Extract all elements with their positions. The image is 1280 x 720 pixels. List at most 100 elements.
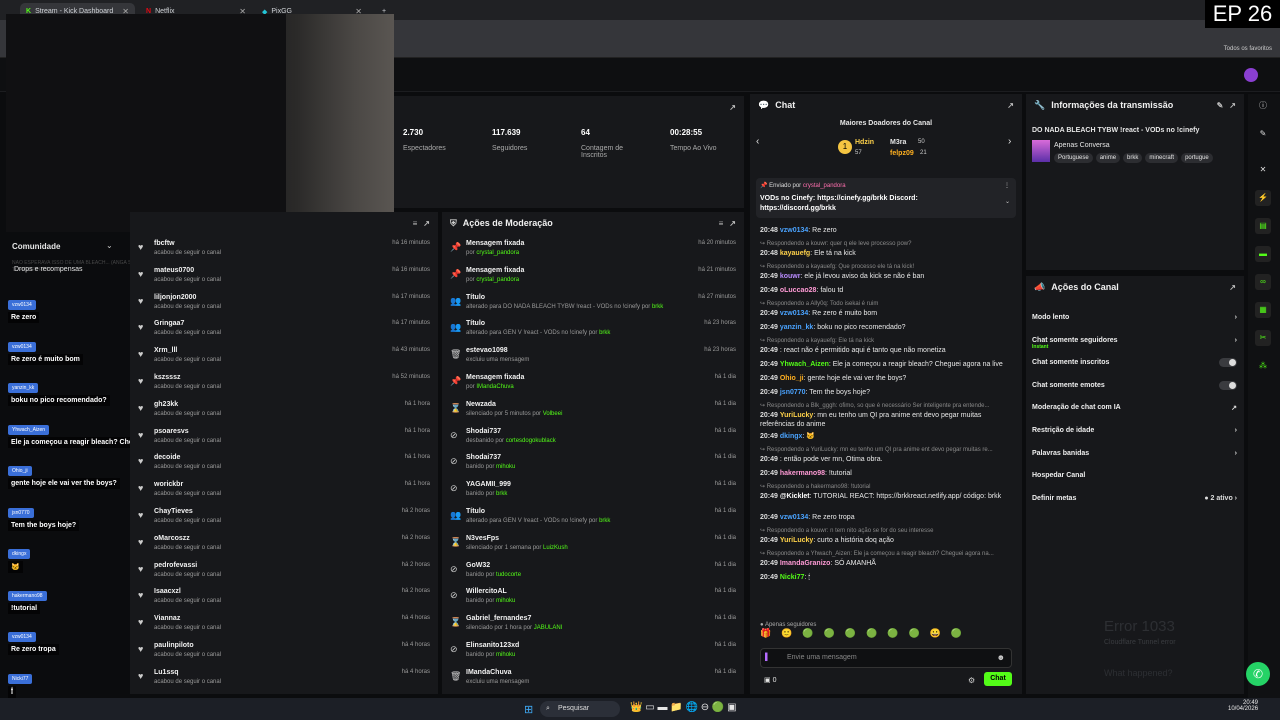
filter-icon[interactable]: ≡	[413, 219, 418, 228]
moderator-name[interactable]: brkk	[652, 304, 663, 310]
edit-icon[interactable]: ✎	[1217, 101, 1224, 110]
chat-message[interactable]: 20:49 vzw0134: Re zero tropa	[760, 513, 1015, 522]
chat-icon[interactable]: ▬	[1255, 246, 1271, 262]
follower-name[interactable]: Lu1ssq	[154, 669, 179, 676]
moderator-name[interactable]: brkk	[599, 330, 610, 336]
emote-bar[interactable]: 🎁🙂🟢🟢🟢🟢🟢🟢😀🟢	[760, 628, 1012, 639]
favorites-link[interactable]: Todos os favoritos	[1224, 46, 1272, 52]
follower-name[interactable]: ChayTieves	[154, 508, 193, 515]
whatsapp-icon[interactable]: ✆	[1246, 662, 1270, 686]
drops-link[interactable]: Drops e recompensas	[14, 266, 82, 273]
moderator-name[interactable]: brkk	[599, 518, 610, 524]
moderator-name[interactable]: crystal_pandora	[476, 250, 519, 256]
moderator-name[interactable]: JABULANI	[534, 625, 563, 631]
chat-message[interactable]: ↪ Respondendo a kouwr: quer q ele leve p…	[760, 240, 1015, 258]
chat-message[interactable]: ↪ Respondendo a kayauefg: Ele tá na kick…	[760, 337, 1015, 355]
chevron-right-icon[interactable]: ›	[1008, 136, 1011, 147]
moderation-target[interactable]: GoW32	[466, 562, 490, 569]
send-chat-button[interactable]: Chat	[984, 672, 1012, 686]
chat-message[interactable]: ↪ Respondendo a kayauefg: Que processo e…	[760, 263, 1015, 281]
pinned-message[interactable]: 📌 Enviado por crystal_pandora VODs no Ci…	[756, 178, 1016, 218]
chat-message[interactable]: 20:49 yanzin_kk: boku no pico recomendad…	[760, 323, 1015, 332]
chat-message[interactable]: ↪ Respondendo a Blk_gggh: ofimo, so que …	[760, 402, 1015, 429]
chevron-right-icon[interactable]: ● 2 ativo ›	[1204, 495, 1237, 502]
lightning-icon[interactable]: ⚡	[1255, 190, 1271, 206]
chat-message[interactable]: ↪ Respondendo a Yhwach_Aizen: Ele ja com…	[760, 550, 1015, 568]
pencil-icon[interactable]: ✎	[1255, 126, 1271, 142]
moderator-name[interactable]: LuizKush	[543, 545, 568, 551]
chevron-right-icon[interactable]: ›	[1235, 450, 1237, 457]
chat-username[interactable]: ImandaGranizo	[780, 560, 831, 567]
chevron-down-icon[interactable]: ⌄	[106, 241, 113, 250]
follower-name[interactable]: liljonjon2000	[154, 294, 196, 301]
chat-username[interactable]: oLuccao28	[780, 287, 817, 294]
follower-name[interactable]: paulinpiloto	[154, 642, 194, 649]
chevron-right-icon[interactable]: ↗	[1231, 404, 1237, 412]
tag-chip[interactable]: minecraft	[1145, 153, 1179, 163]
tag-chip[interactable]: anime	[1095, 153, 1121, 163]
follower-name[interactable]: psoaresvs	[154, 428, 189, 435]
moderation-target[interactable]: Título	[466, 508, 485, 515]
channel-action-row[interactable]: Hospedar Canal	[1032, 472, 1237, 479]
moderator-name[interactable]: Volbeei	[543, 411, 563, 417]
chevron-left-icon[interactable]: ‹	[756, 136, 759, 147]
chat-username[interactable]: yanzin_kk	[780, 324, 813, 331]
chat-username[interactable]: kouwr	[780, 273, 801, 280]
emoji-icon[interactable]: ▌	[765, 654, 770, 661]
chat-username[interactable]: hakermano98	[780, 470, 825, 477]
channel-action-row[interactable]: Restrição de idade ›	[1032, 427, 1237, 434]
follower-name[interactable]: gh23kk	[154, 401, 178, 408]
follower-name[interactable]: kszsssz	[154, 374, 180, 381]
moderation-target[interactable]: Elinsanito123xd	[466, 642, 519, 649]
moderator-name[interactable]: mihoku	[496, 464, 515, 470]
moderation-target[interactable]: Mensagem fixada	[466, 374, 524, 381]
list-icon[interactable]: ▤	[1255, 218, 1271, 234]
toggle-switch[interactable]	[1219, 380, 1237, 390]
chat-message[interactable]: ↪ Respondendo a kouwr: n tem nito ação s…	[760, 527, 1015, 545]
tool-icon[interactable]: ✂	[1255, 330, 1271, 346]
chat-username[interactable]: vzw0134	[780, 310, 808, 317]
moderator-name[interactable]: brkk	[496, 491, 507, 497]
moderation-target[interactable]: Mensagem fixada	[466, 240, 524, 247]
follower-name[interactable]: mateus0700	[154, 267, 194, 274]
follower-name[interactable]: Viannaz	[154, 615, 180, 622]
follower-name[interactable]: Gringaa7	[154, 320, 184, 327]
smile-icon[interactable]: ☻	[997, 653, 1005, 662]
chat-username[interactable]: vzw0134	[780, 514, 808, 521]
chat-username[interactable]: YuriLucky	[780, 537, 813, 544]
chat-username[interactable]: Ohio_ji	[780, 375, 804, 382]
chat-message[interactable]: 20:49 Nicki77: 🕯	[760, 573, 1015, 582]
chat-username[interactable]: vzw0134	[780, 227, 808, 234]
chat-message[interactable]: 20:49 Yhwach_Aizen: Ele ja começou a rea…	[760, 360, 1015, 369]
popout-icon[interactable]: ↗	[1007, 101, 1014, 110]
moderation-target[interactable]: YAGAMII_999	[466, 481, 511, 488]
toggle-switch[interactable]	[1219, 358, 1237, 368]
follower-name[interactable]: fbcftw	[154, 240, 175, 247]
popout-icon[interactable]: ↗	[729, 103, 736, 112]
chat-message[interactable]: 20:49 hakermano98: !tutorial	[760, 469, 1015, 478]
chat-username[interactable]: Nicki77	[780, 574, 805, 581]
chat-input[interactable]: ▌ Envie uma mensagem ☻	[760, 648, 1012, 668]
link-icon[interactable]: ∞	[1255, 274, 1271, 290]
channel-action-row[interactable]: Chat somente inscritos	[1032, 358, 1237, 368]
channel-action-row[interactable]: Chat somente seguidores Instant ›	[1032, 337, 1237, 350]
chat-message[interactable]: ↪ Respondendo a Ally0q: Todo isekai é ru…	[760, 300, 1015, 318]
calendar-icon[interactable]: ▦	[1255, 302, 1271, 318]
channel-action-row[interactable]: Chat somente emotes	[1032, 380, 1237, 390]
follower-name[interactable]: Isaacxzl	[154, 588, 181, 595]
share-icon[interactable]: ⁂	[1255, 358, 1271, 374]
chat-username[interactable]: YuriLucky	[780, 412, 813, 419]
moderation-target[interactable]: N3vesFps	[466, 535, 499, 542]
moderator-name[interactable]: mihoku	[496, 598, 515, 604]
follower-name[interactable]: pedrofevassi	[154, 562, 197, 569]
chevron-right-icon[interactable]: ›	[1235, 314, 1237, 321]
chat-message[interactable]: 20:49 dkingx: 🐱	[760, 432, 1015, 441]
chat-username[interactable]: kayauefg	[780, 250, 810, 257]
moderator-name[interactable]: mihoku	[496, 652, 515, 658]
chat-message[interactable]: ↪ Respondendo a hakermano98: !tutorial 20…	[760, 483, 1015, 501]
moderator-name[interactable]: cortesdogokublack	[506, 438, 556, 444]
popout-icon[interactable]: ↗	[729, 219, 736, 228]
channel-action-row[interactable]: Modo lento ›	[1032, 314, 1237, 321]
channel-action-row[interactable]: Palavras banidas ›	[1032, 450, 1237, 457]
moderation-target[interactable]: estevao1098	[466, 347, 508, 354]
